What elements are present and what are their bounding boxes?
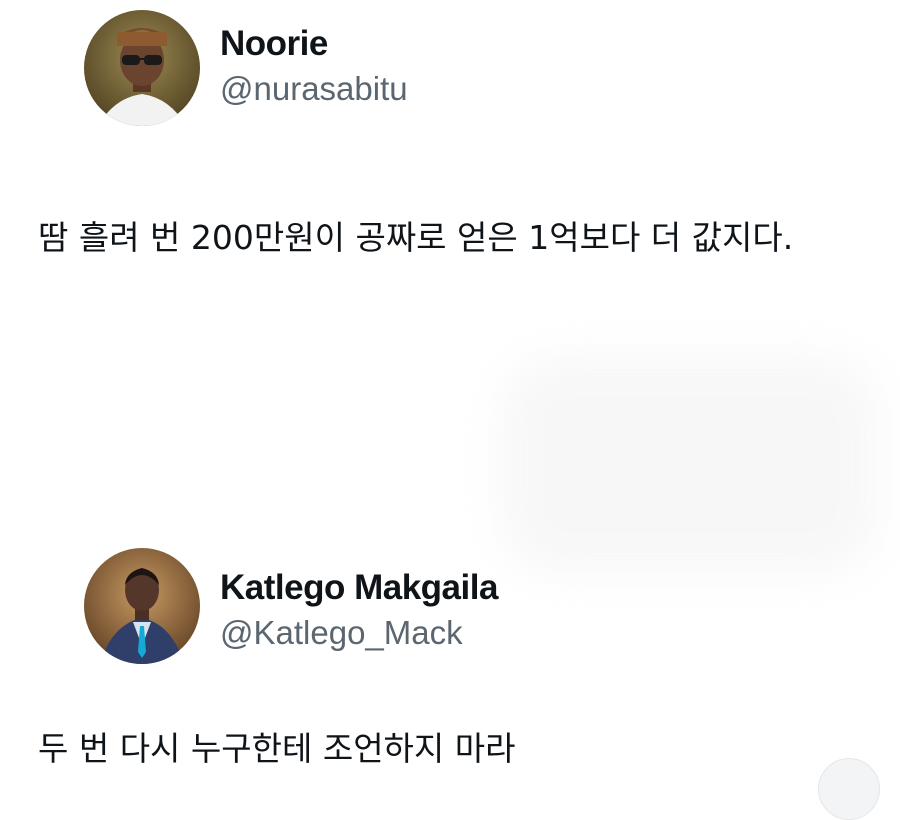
avatar[interactable] bbox=[84, 10, 200, 126]
tweet-2[interactable]: Katlego Makgaila @Katlego_Mack 두 번 다시 누구… bbox=[0, 540, 900, 780]
avatar-photo-icon bbox=[84, 548, 200, 664]
tweet-text: 두 번 다시 누구한테 조언하지 마라 bbox=[38, 729, 516, 768]
avatar[interactable] bbox=[84, 548, 200, 664]
floating-action-button[interactable] bbox=[818, 758, 880, 820]
tweet-1[interactable]: Noorie @nurasabitu 땀 흘려 번 200만원이 공짜로 얻은 … bbox=[0, 0, 900, 300]
tweet-text: 땀 흘려 번 200만원이 공짜로 얻은 1억보다 더 값지다. bbox=[38, 218, 794, 257]
user-name[interactable]: Noorie bbox=[220, 26, 328, 61]
user-name[interactable]: Katlego Makgaila bbox=[220, 570, 498, 605]
user-handle[interactable]: @nurasabitu bbox=[220, 72, 408, 105]
user-handle[interactable]: @Katlego_Mack bbox=[220, 616, 463, 649]
avatar-photo-icon bbox=[84, 10, 200, 126]
